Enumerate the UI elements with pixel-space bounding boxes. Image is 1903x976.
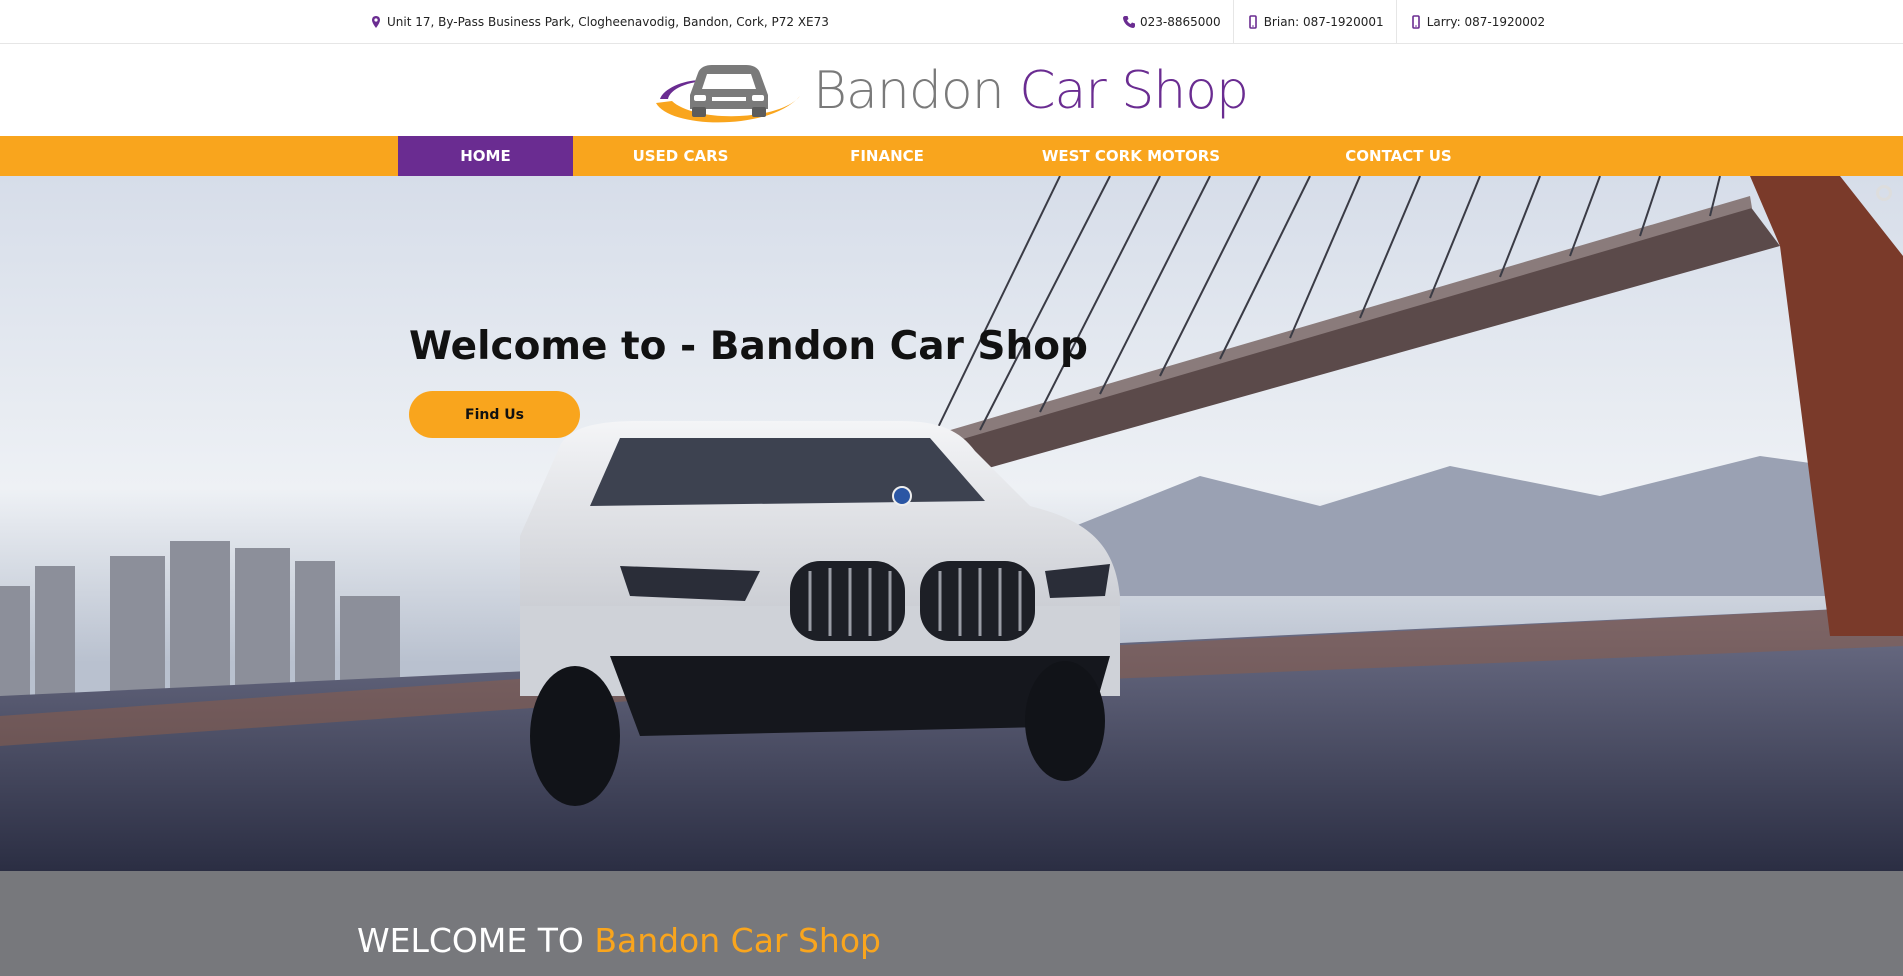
map-pin-icon <box>372 16 380 28</box>
top-info-bar: Unit 17, By-Pass Business Park, Clogheen… <box>0 0 1903 44</box>
find-us-button[interactable]: Find Us <box>409 391 580 438</box>
larry-contact[interactable]: Larry: 087-1920002 <box>1397 0 1557 44</box>
address: Unit 17, By-Pass Business Park, Clogheen… <box>369 0 829 44</box>
welcome-section: WELCOME TO Bandon Car Shop <box>0 871 1903 976</box>
phone-contact[interactable]: 023-8865000 <box>1110 0 1234 44</box>
brian-contact[interactable]: Brian: 087-1920001 <box>1234 0 1397 44</box>
hero-background-image <box>0 176 1903 871</box>
logo-word-car-shop: Car Shop <box>1019 61 1249 121</box>
site-logo[interactable]: Bandon Car Shop <box>650 46 1270 136</box>
welcome-brand: Bandon Car Shop <box>594 921 881 960</box>
mobile-icon <box>1248 15 1257 29</box>
logo-text: Bandon Car Shop <box>813 61 1249 121</box>
larry-number: Larry: 087-1920002 <box>1426 15 1546 29</box>
hero-slider: Welcome to - Bandon Car Shop Find Us <box>0 176 1903 871</box>
nav-used-cars[interactable]: USED CARS <box>573 136 788 176</box>
contact-list: 023-8865000 Brian: 087-1920001 Larry: 08… <box>1110 0 1557 44</box>
slider-pause-icon[interactable] <box>1876 185 1892 201</box>
main-nav: HOME USED CARS FINANCE WEST CORK MOTORS … <box>0 136 1903 176</box>
welcome-lead: WELCOME TO <box>357 921 584 960</box>
mobile-icon <box>1411 15 1420 29</box>
address-text: Unit 17, By-Pass Business Park, Clogheen… <box>387 15 829 29</box>
nav-west-cork-motors[interactable]: WEST CORK MOTORS <box>986 136 1276 176</box>
brian-number: Brian: 087-1920001 <box>1263 15 1384 29</box>
logo-word-bandon: Bandon <box>813 61 1005 121</box>
nav-contact-us[interactable]: CONTACT US <box>1276 136 1521 176</box>
welcome-heading: WELCOME TO Bandon Car Shop <box>357 921 881 960</box>
nav-home[interactable]: HOME <box>398 136 573 176</box>
phone-number: 023-8865000 <box>1140 15 1221 29</box>
nav-finance[interactable]: FINANCE <box>788 136 986 176</box>
phone-icon <box>1123 16 1135 28</box>
car-logo-icon <box>656 65 800 123</box>
hero-title: Welcome to - Bandon Car Shop <box>409 324 1088 369</box>
